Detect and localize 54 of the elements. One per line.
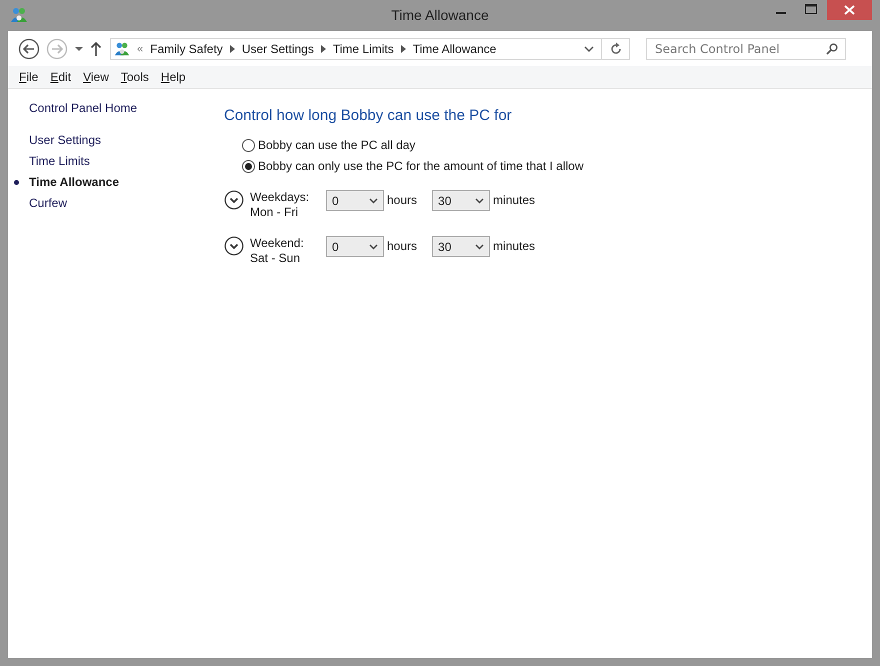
minutes-label: minutes (493, 239, 536, 253)
minutes-dropdown[interactable]: 30 (432, 236, 490, 257)
hours-label: hours (387, 239, 418, 253)
radio-button[interactable] (242, 138, 255, 152)
menu-item[interactable]: Tools (114, 70, 155, 84)
menu-item[interactable]: File (13, 70, 44, 84)
chevron-down-icon (475, 244, 484, 250)
chevron-down-icon (369, 198, 378, 204)
search-icon (826, 42, 838, 54)
schedule-days: Sat - Sun (250, 251, 326, 266)
search-field[interactable]: Search Control Panel (646, 38, 846, 60)
history-dropdown-icon[interactable] (74, 44, 84, 52)
schedule-label: Weekdays: (250, 190, 310, 205)
sidebar-link[interactable]: Curfew (29, 196, 68, 210)
breadcrumb[interactable]: Family Safety (150, 42, 223, 56)
hours-dropdown[interactable]: 0 (326, 236, 384, 257)
menu-item[interactable]: Edit (44, 70, 78, 84)
control-panel-home-link[interactable]: Control Panel Home (29, 101, 224, 115)
address-bar[interactable]: « Family Safety User Settings Time Limits Time Allowance (110, 38, 630, 60)
schedule-label: Weekend: (250, 236, 305, 251)
hours-label: hours (387, 193, 418, 207)
radio-label: Bobby can only use the PC for the amount of time that I allow (258, 159, 584, 173)
sidebar-link[interactable]: Time Limits (29, 154, 90, 168)
window-title: Time Allowance (391, 7, 489, 23)
menu-item[interactable]: View (77, 70, 115, 84)
minutes-label: minutes (493, 193, 536, 207)
breadcrumb[interactable]: Time Limits (332, 42, 394, 56)
breadcrumb[interactable]: User Settings (242, 42, 314, 56)
current-page-bullet (14, 180, 19, 184)
separator-arrow-icon[interactable] (320, 44, 326, 52)
separator-arrow-icon[interactable] (230, 44, 235, 52)
minutes-dropdown[interactable]: 30 (432, 190, 490, 211)
page-heading: Control how long Bobby can use the PC for (224, 107, 513, 124)
radio-label: Bobby can use the PC all day (258, 138, 416, 152)
breadcrumb[interactable]: Time Allowance (412, 42, 496, 56)
family-icon (114, 40, 130, 56)
sidebar-link[interactable]: User Settings (29, 133, 102, 147)
hours-dropdown[interactable]: 0 (326, 190, 384, 211)
schedule-days: Mon - Fri (250, 205, 326, 220)
family-icon (10, 6, 28, 24)
sidebar-link[interactable]: Time Allowance (29, 175, 120, 189)
expand-button[interactable] (224, 190, 244, 210)
separator-arrow-icon[interactable] (400, 44, 406, 52)
refresh-icon[interactable] (609, 42, 623, 56)
back-button[interactable] (18, 38, 40, 60)
up-button[interactable] (90, 40, 102, 56)
chevron-down-icon (475, 198, 484, 204)
close-button[interactable] (827, 0, 872, 20)
overflow-chevron[interactable]: « (137, 42, 144, 54)
chevron-down-icon (369, 244, 378, 250)
radio-button[interactable] (242, 160, 255, 172)
expand-button[interactable] (224, 236, 244, 256)
menu-item[interactable]: Help (154, 70, 192, 84)
dropdown-icon[interactable] (584, 44, 594, 52)
